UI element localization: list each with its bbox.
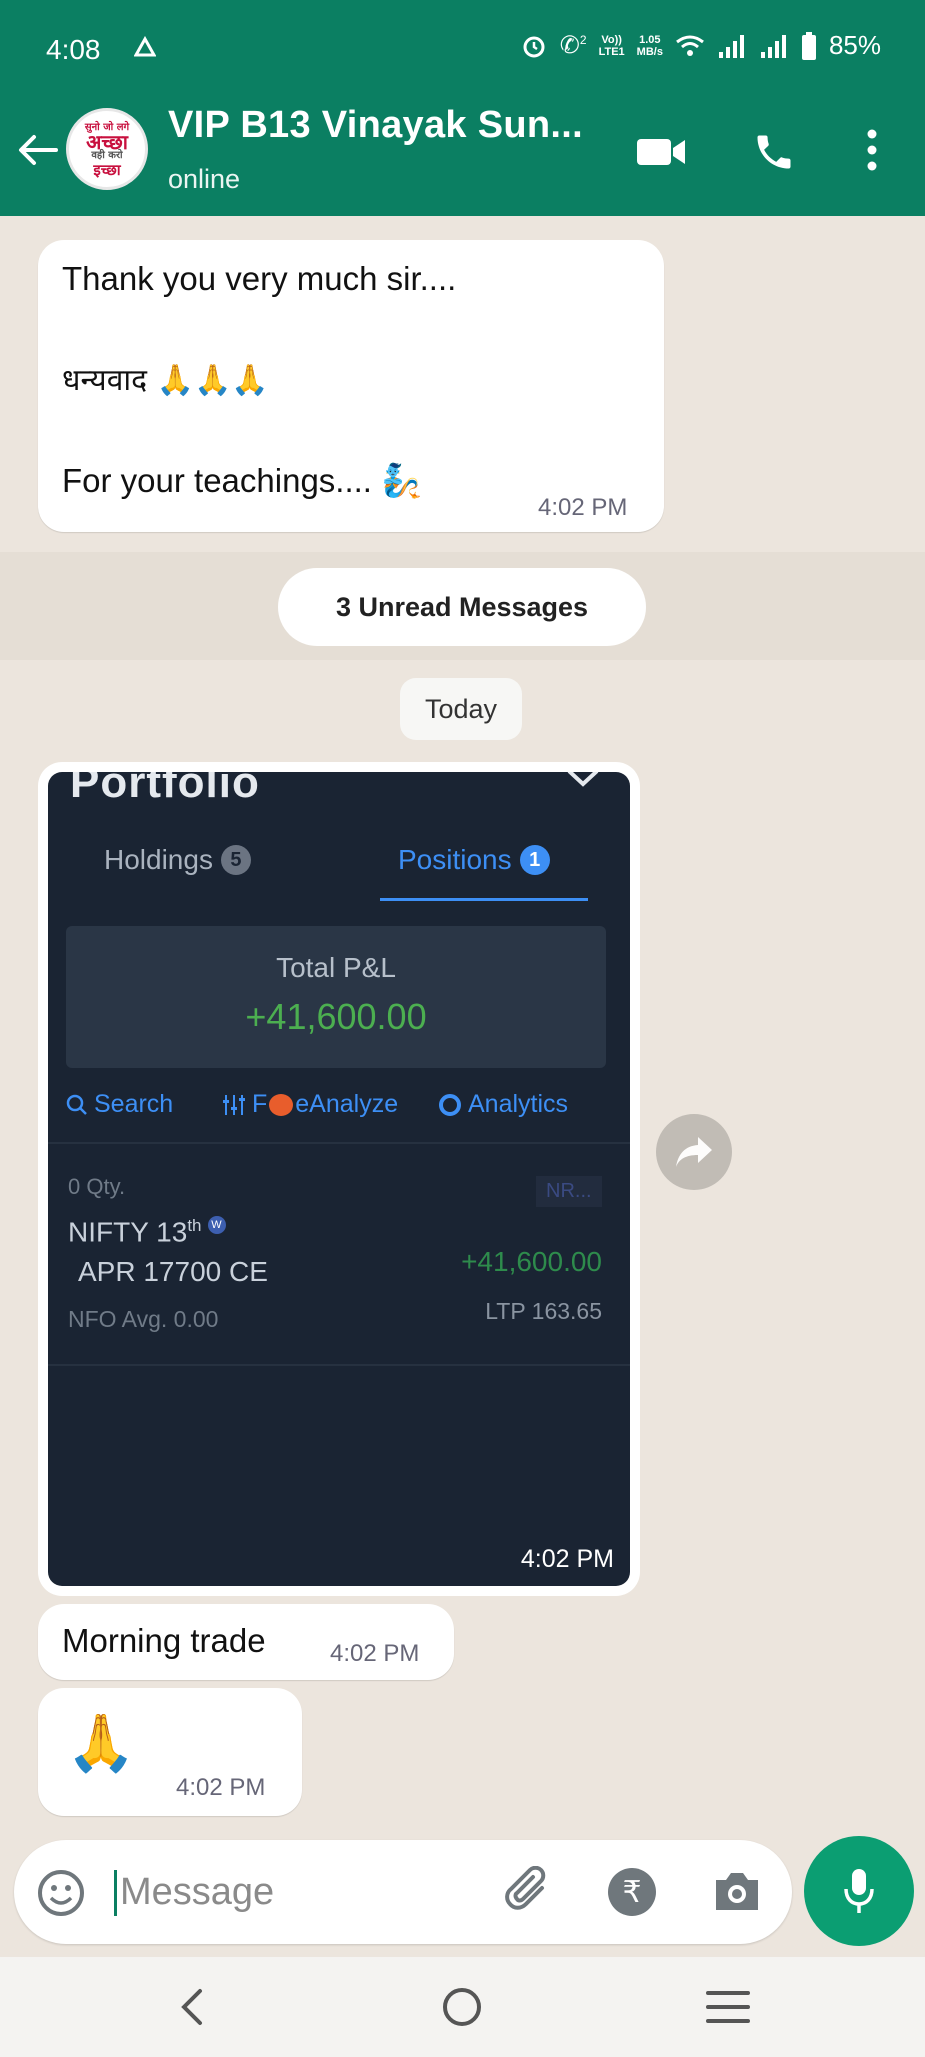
volte-bottom: LTE1 [598,45,625,58]
battery-percent: 85% [828,30,881,60]
tool-label: eAnalyze [295,1090,399,1118]
tool-analyze: F eAnalyze [222,1090,438,1119]
nav-back-icon[interactable] [176,1987,206,2027]
tab-count-badge: 5 [220,845,251,875]
weekly-badge: W [207,1216,226,1234]
forward-button[interactable] [656,1114,732,1190]
payment-button[interactable]: ₹ [608,1868,656,1916]
text-cursor [114,1870,117,1916]
message-time: 4:02 PM [520,1545,614,1573]
tool-search: Search [66,1090,222,1119]
message-bubble[interactable]: Thank you very much sir.... धन्यवाद 🙏🙏🙏 … [38,240,664,532]
contact-name[interactable]: VIP B13 Vinayak Sun... [168,104,583,147]
tool-analytics: Analytics [438,1090,568,1119]
image-message[interactable]: Portfolio Holdings 5 Positions 1 Total P… [38,762,640,1596]
video-call-icon[interactable] [636,136,686,168]
tool-label: Search [94,1090,174,1118]
divider [48,1364,630,1366]
message-text: Morning trade [62,1622,266,1659]
nav-home-icon[interactable] [440,1985,484,2029]
back-arrow-icon[interactable] [16,128,60,172]
volte-indicator: Vo)) LTE1 [599,34,625,58]
message-text: 🙏 [66,1711,136,1774]
net-speed-unit: MB/s [636,45,663,58]
nav-recent-apps-icon[interactable] [706,1989,750,2025]
analytics-icon [439,1093,461,1116]
contact-avatar[interactable]: सुनो जो लगे अच्छा वही करो इच्छा [66,108,148,190]
position-avg: NFO Avg. 0.00 [68,1306,219,1332]
battery-icon [801,31,816,60]
total-pl-label: Total P&L [276,952,396,983]
status-bar: 4:08 ✆2 Vo)) LTE1 1.05 MB/s 85% [0,0,925,100]
tab-holdings: Holdings 5 [104,844,251,876]
unread-messages-divider: 3 Unread Messages [278,568,646,646]
chat-area[interactable]: Thank you very much sir.... धन्यवाद 🙏🙏🙏 … [0,216,925,1836]
alarm-icon [523,36,545,57]
position-qty: 0 Qty. [68,1174,126,1199]
net-speed: 1.05 MB/s [637,34,663,58]
divider [48,1142,630,1144]
message-time: 4:02 PM [176,1774,266,1801]
message-text: धन्यवाद 🙏🙏🙏 [62,363,269,398]
wifi-icon [676,35,704,56]
attach-icon[interactable] [504,1866,556,1918]
microphone-icon [844,1869,874,1913]
message-input[interactable] [120,1864,480,1920]
date-divider: Today [400,678,522,740]
avatar-text-4: इच्छा [93,161,121,179]
alert-icon [134,36,156,57]
more-options-icon[interactable] [862,126,882,174]
total-pl-card: Total P&L +41,600.00 [66,926,606,1068]
avatar-text-2: अच्छा [86,130,128,154]
volte-top: Vo)) [601,33,622,46]
chevron-down-icon [567,772,599,787]
position-product-badge: NR... [536,1176,602,1207]
position-symbol: NIFTY 13th W [68,1216,226,1248]
message-bubble[interactable]: 🙏 4:02 PM [38,1688,302,1816]
total-pl-value: +41,600.00 [245,996,427,1037]
system-navigation-bar [0,1957,925,2057]
message-bubble[interactable]: Morning trade 4:02 PM [38,1604,454,1680]
tool-label: F [252,1090,268,1118]
shared-screenshot[interactable]: Portfolio Holdings 5 Positions 1 Total P… [48,772,630,1586]
contact-status: online [168,164,241,194]
tools-row: Search F eAnalyze Analytics [66,1090,626,1119]
message-compose-bar: ₹ [14,1840,792,1944]
position-pnl: +41,600.00 [461,1246,602,1277]
sliders-icon [223,1094,245,1115]
emoji-icon[interactable] [36,1868,86,1918]
overlay-emoji-icon [269,1093,294,1116]
voice-message-button[interactable] [804,1836,914,1946]
signal-icon-1 [718,34,744,58]
screenshot-title: Portfolio [70,772,260,807]
active-tab-indicator [380,898,588,901]
sim-badge: 2 [579,33,587,47]
tab-label: Positions [398,844,512,875]
tab-label: Holdings [104,844,213,875]
voice-call-icon[interactable] [752,130,796,174]
message-time: 4:02 PM [330,1640,420,1667]
camera-icon[interactable] [712,1868,762,1914]
app-header: 4:08 ✆2 Vo)) LTE1 1.05 MB/s 85% सुनो जो लग… [0,0,925,216]
position-contract: APR 17700 CE [78,1256,268,1287]
tab-positions: Positions 1 [398,844,550,876]
message-text: Thank you very much sir.... [62,260,457,297]
message-text: For your teachings.... 🧞 [62,462,423,499]
status-time: 4:08 [46,34,101,65]
symbol-sup: th [187,1216,202,1235]
tool-label: Analytics [468,1090,569,1118]
symbol-text: NIFTY 13 [68,1216,188,1248]
message-time: 4:02 PM [538,494,628,521]
tab-count-badge: 1 [519,845,550,875]
net-speed-value: 1.05 [639,33,661,46]
position-ltp: LTP 163.65 [485,1298,602,1324]
status-icons: ✆2 Vo)) LTE1 1.05 MB/s 85% [520,30,881,61]
call-signal-icon: ✆2 [559,32,587,59]
forward-arrow-icon [676,1137,712,1167]
search-icon [66,1094,87,1115]
signal-icon-2 [760,34,786,58]
